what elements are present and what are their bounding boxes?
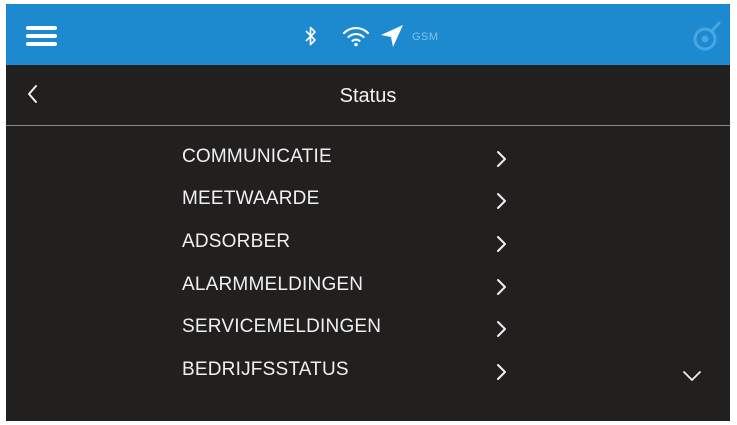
menu-item-servicemeldingen[interactable]: SERVICEMELDINGEN (182, 308, 522, 348)
header-divider (6, 125, 730, 126)
chevron-right-icon (497, 236, 506, 252)
scroll-down-chevron-icon[interactable] (679, 366, 705, 386)
menu-item-meetwaarde[interactable]: MEETWAARDE (182, 180, 522, 220)
gsm-indicator: GSM (412, 31, 439, 43)
menu-item-label: BEDRIJFSSTATUS (182, 359, 349, 380)
menu-item-communicatie[interactable]: COMMUNICATIE (182, 138, 522, 178)
menu-item-bedrijfsstatus[interactable]: BEDRIJFSSTATUS (182, 351, 522, 391)
chevron-right-icon (497, 193, 506, 209)
chevron-right-icon (497, 321, 506, 337)
menu-item-label: SERVICEMELDINGEN (182, 316, 382, 337)
page-title: Status (339, 85, 397, 107)
top-status-bar: GSM (6, 4, 730, 65)
menu-item-alarmmeldingen[interactable]: ALARMMELDINGEN (182, 266, 522, 306)
hamburger-menu-icon[interactable] (26, 26, 57, 46)
bluetooth-icon (305, 26, 316, 46)
menu-item-label: COMMUNICATIE (182, 146, 332, 167)
wifi-icon (342, 26, 370, 47)
chevron-right-icon (497, 151, 506, 167)
location-arrow-icon (381, 25, 403, 47)
device-screen: GSM Status COMMUNICATIE MEETWAARDE ADSOR… (6, 4, 730, 421)
chevron-right-icon (497, 279, 506, 295)
chevron-right-icon (497, 364, 506, 380)
menu-item-label: MEETWAARDE (182, 188, 320, 209)
menu-item-adsorber[interactable]: ADSORBER (182, 223, 522, 263)
menu-item-label: ADSORBER (182, 231, 291, 252)
brand-logo-icon (693, 21, 721, 51)
title-bar: Status (6, 65, 730, 125)
menu-item-label: ALARMMELDINGEN (182, 274, 364, 295)
